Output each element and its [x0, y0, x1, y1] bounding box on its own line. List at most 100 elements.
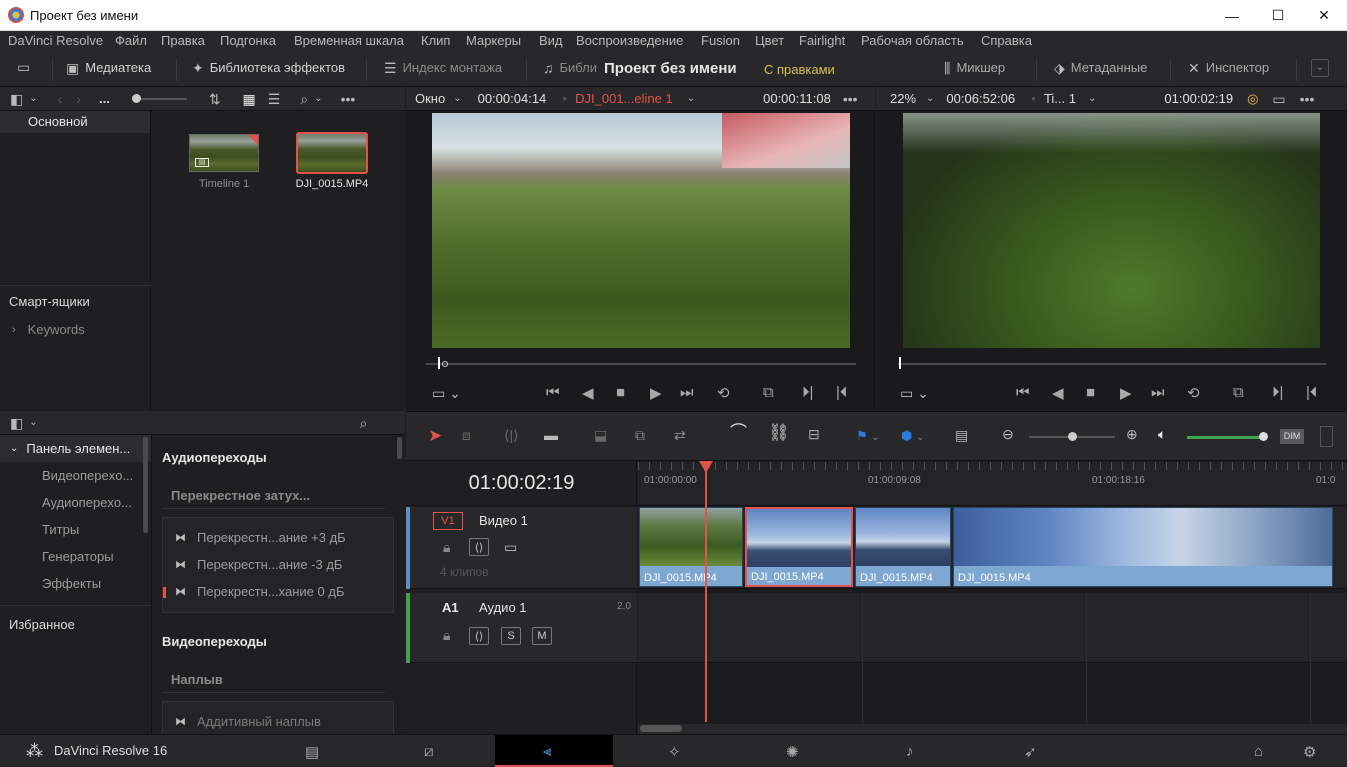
effect-item[interactable]: ⧓ Перекрестн...ание +3 дБ — [175, 530, 346, 545]
viewer-mode-icon[interactable]: ▭ — [1272, 92, 1285, 106]
speaker-icon[interactable]: 🔈︎ — [1158, 427, 1166, 441]
source-scrub-bar[interactable] — [426, 363, 856, 365]
source-clip-name[interactable]: DJI_001...eline 1 — [575, 91, 673, 106]
menu-workspace[interactable]: Рабочая область — [857, 32, 968, 48]
mute-button[interactable]: M — [532, 627, 552, 645]
playhead-line[interactable] — [705, 470, 707, 722]
metadata-button[interactable]: ⬗ Метаданные — [1054, 60, 1147, 75]
zoom-in-icon[interactable]: ⊕ — [1126, 427, 1138, 441]
panel-toggle-icon[interactable]: ◧ — [10, 92, 23, 106]
color-page-icon[interactable]: ✺ — [786, 743, 799, 761]
minimize-button[interactable]: — — [1209, 0, 1255, 31]
tree-scrollbar[interactable] — [143, 437, 148, 533]
go-to-start-icon[interactable]: ⏮ — [1016, 384, 1030, 401]
dissolve-group[interactable]: Наплыв — [162, 665, 385, 693]
chevron-down-icon[interactable]: ⌄ — [453, 92, 461, 106]
go-to-start-icon[interactable]: ⏮ — [546, 384, 560, 401]
loop-icon[interactable]: ⟲ — [1187, 384, 1200, 402]
timeline-name[interactable]: Ti... 1 — [1044, 91, 1076, 106]
back-icon[interactable]: ‹ — [58, 92, 63, 106]
toolbox-root[interactable]: ⌄ Панель элемен... — [0, 435, 151, 462]
play-reverse-icon[interactable]: ◀ — [582, 384, 594, 402]
crossfade-group[interactable]: Перекрестное затух... — [162, 481, 385, 509]
menu-edit[interactable]: Правка — [157, 32, 209, 48]
timeline-clip[interactable]: DJI_0015.MP4 — [953, 507, 1333, 587]
menu-davinci[interactable]: DaVinci Resolve — [4, 32, 107, 48]
deliver-page-icon[interactable]: ➶ — [1024, 743, 1037, 761]
auto-select-icon[interactable]: ⟨⟩ — [469, 627, 489, 645]
timeline-viewer-playhead[interactable] — [899, 357, 901, 369]
edit-page-icon[interactable]: ⫷ — [543, 743, 551, 760]
tree-item-effects[interactable]: Эффекты — [42, 570, 151, 597]
more-options-icon[interactable]: ••• — [843, 92, 858, 106]
timeline-scrub-bar[interactable] — [898, 363, 1326, 365]
mixer-button[interactable]: ⫼ Микшер — [944, 60, 1005, 75]
collapse-chevron-icon[interactable]: ⌄ — [1311, 59, 1329, 77]
zoom-out-icon[interactable]: ⊖ — [1002, 427, 1014, 441]
sound-library-button[interactable]: ♫ Библи — [543, 60, 597, 75]
tree-item-video-transitions[interactable]: Видеопереxо... — [42, 462, 151, 489]
menu-timeline[interactable]: Временная шкала — [290, 32, 408, 48]
play-icon[interactable]: ▶ — [1120, 384, 1132, 402]
next-edit-icon[interactable]: ⏵| — [1272, 384, 1283, 401]
chevron-down-icon[interactable]: ⌄ — [687, 92, 695, 106]
viewer-format-icon[interactable]: ▭ ⌄ — [900, 386, 929, 400]
grid-view-icon[interactable]: ▦ — [243, 92, 256, 106]
flag-icon[interactable]: ⚑ ⌄ — [856, 428, 880, 444]
dynamic-trim-icon[interactable]: ⟨|⟩ — [504, 428, 519, 442]
timeline-clip[interactable]: DJI_0015.MP4 — [855, 507, 951, 587]
solo-button[interactable]: S — [501, 627, 521, 645]
fairlight-page-icon[interactable]: ♪ — [906, 743, 914, 760]
menu-view[interactable]: Вид — [535, 32, 567, 48]
overwrite-clip-icon[interactable]: ⧉ — [635, 428, 645, 442]
menu-color[interactable]: Цвет — [751, 32, 788, 48]
stop-icon[interactable]: ■ — [616, 384, 625, 401]
edit-page-tab[interactable] — [495, 735, 613, 767]
menu-fusion[interactable]: Fusion — [697, 32, 744, 48]
edit-index-button[interactable]: ☰ Индекс монтажа — [384, 60, 502, 75]
go-to-end-icon[interactable]: ⏭ — [1151, 384, 1165, 401]
bin-master[interactable]: Основной — [0, 111, 150, 133]
tree-item-titles[interactable]: Титры — [42, 516, 151, 543]
maximize-button[interactable]: ☐ — [1255, 0, 1301, 31]
menu-fairlight[interactable]: Fairlight — [795, 32, 849, 48]
forward-icon[interactable]: › — [76, 92, 81, 106]
close-button[interactable]: ✕ — [1301, 0, 1347, 31]
insert-clip-icon[interactable]: ⬓ — [594, 428, 607, 442]
media-pool-button[interactable]: ▣ Медиатека — [66, 60, 151, 75]
match-frame-icon[interactable]: ⧉ — [763, 384, 774, 401]
stop-icon[interactable]: ■ — [1086, 384, 1095, 401]
blade-tool-icon[interactable]: ▬ — [544, 428, 558, 442]
thumbnail-size-slider[interactable] — [131, 93, 187, 103]
menu-clip[interactable]: Клип — [417, 32, 454, 48]
zoom-slider[interactable] — [1029, 432, 1115, 441]
selection-tool-icon[interactable]: ➤ — [428, 426, 442, 446]
play-icon[interactable]: ▶ — [650, 384, 662, 402]
fusion-page-icon[interactable]: ✧ — [668, 743, 681, 761]
viewer-format-icon[interactable]: ▭ ⌄ — [432, 386, 461, 400]
dim-button[interactable]: DIM — [1280, 429, 1304, 444]
timeline-clip[interactable]: DJI_0015.MP4 — [745, 507, 853, 587]
viewer-zoom[interactable]: 22% — [890, 91, 916, 106]
loop-icon[interactable]: ⟲ — [717, 384, 730, 402]
effects-library-button[interactable]: ✦ Библиотека эффектов — [192, 60, 345, 75]
lock-icon[interactable]: 🔒︎ — [443, 628, 450, 642]
cut-page-icon[interactable]: ⧄ — [424, 743, 434, 760]
source-video-frame[interactable] — [432, 113, 850, 348]
link-icon[interactable]: ⛓ — [768, 424, 790, 441]
effects-scrollbar[interactable] — [397, 437, 402, 459]
smart-bin-keywords[interactable]: › Keywords — [12, 322, 85, 337]
timeline-thumbnail[interactable]: ▤ — [189, 134, 259, 172]
sort-icon[interactable]: ⇅ — [209, 92, 221, 106]
inspector-button[interactable]: ✕ Инспектор — [1188, 60, 1269, 75]
more-options-icon[interactable]: ••• — [341, 92, 356, 106]
viewer-mode[interactable]: Окно — [415, 91, 445, 106]
timeline-clip[interactable]: DJI_0015.MP4 — [639, 507, 743, 587]
effect-item[interactable]: ⧓ Перекрестн...ание -3 дБ — [175, 557, 342, 572]
timeline-view-options-icon[interactable]: ▤ — [955, 428, 968, 442]
list-view-icon[interactable]: ☰ — [268, 92, 281, 106]
auto-select-icon[interactable]: ⟨⟩ — [469, 538, 489, 556]
tree-item-audio-transitions[interactable]: Аудиопереxо... — [42, 489, 151, 516]
color-wheel-icon[interactable]: ◎ — [1247, 91, 1258, 107]
effect-item[interactable]: ⧓ Аддитивный наплыв — [175, 714, 321, 729]
